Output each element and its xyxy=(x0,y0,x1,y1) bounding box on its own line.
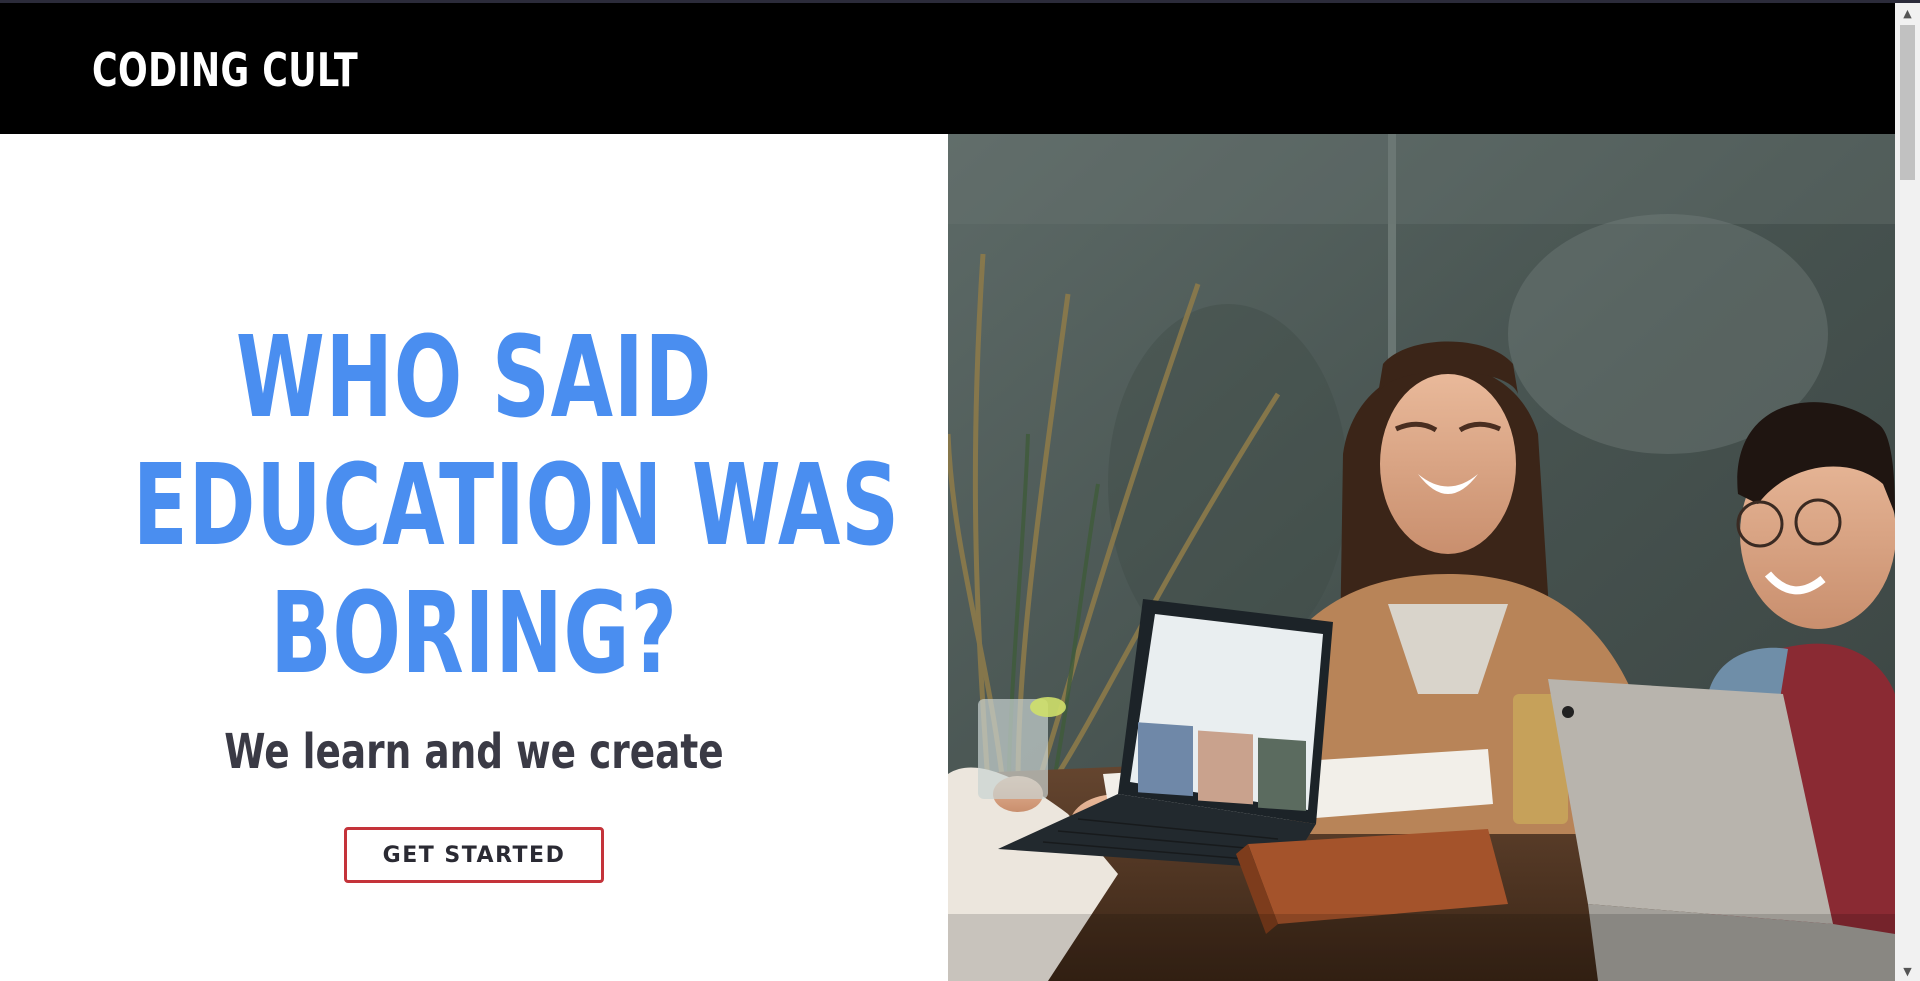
hero-headline: WHO SAID EDUCATION WAS BORING? xyxy=(132,313,900,699)
hero-headline-line-1: WHO SAID xyxy=(235,313,713,443)
vertical-scrollbar[interactable]: ▲ ▼ xyxy=(1895,3,1920,981)
hero-photo-illustration xyxy=(948,134,1895,981)
brand-logo-text[interactable]: CODING CULT xyxy=(92,41,358,99)
scrollbar-thumb[interactable] xyxy=(1900,25,1915,180)
scroll-up-arrow-icon[interactable]: ▲ xyxy=(1895,3,1920,23)
navbar: CODING CULT xyxy=(0,3,1895,134)
hero-photo xyxy=(948,134,1895,981)
hero-headline-line-3: BORING? xyxy=(270,569,678,699)
get-started-button[interactable]: GET STARTED xyxy=(344,827,604,883)
hero-text-panel: WHO SAID EDUCATION WAS BORING? We learn … xyxy=(0,134,948,981)
hero-subheading: We learn and we create xyxy=(224,724,724,780)
landing-page: CODING CULT WHO SAID EDUCATION WAS BORIN… xyxy=(0,0,1920,981)
scroll-down-arrow-icon[interactable]: ▼ xyxy=(1895,961,1920,981)
hero-headline-line-2: EDUCATION WAS xyxy=(132,441,900,571)
